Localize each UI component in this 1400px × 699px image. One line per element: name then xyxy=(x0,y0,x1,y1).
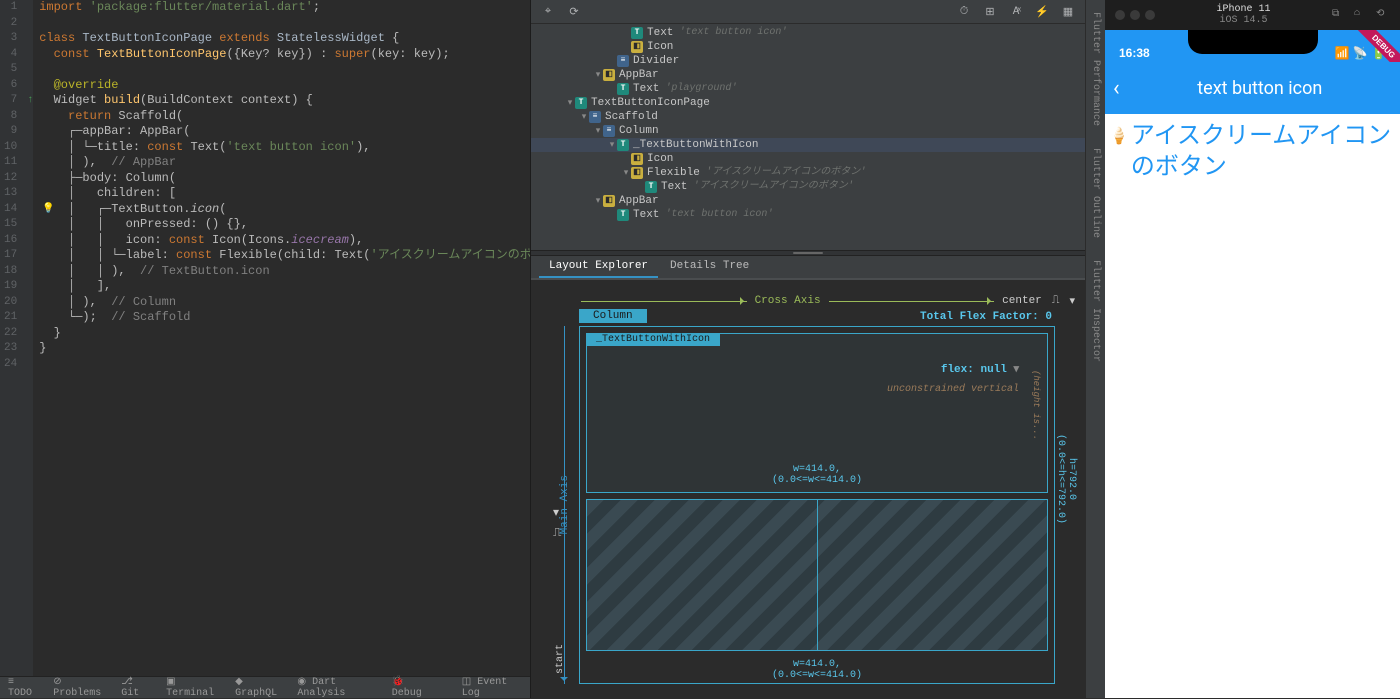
tree-row[interactable]: TText'アイスクリームアイコンのボタン' xyxy=(531,180,1085,194)
window-close-icon[interactable] xyxy=(1115,10,1125,20)
rail-flutter-inspector[interactable]: Flutter Inspector xyxy=(1090,254,1101,368)
column-chip: Column xyxy=(579,309,647,323)
flex-factor-label: Total Flex Factor: 0 xyxy=(920,311,1052,323)
cross-axis-header: Cross Axis center ⎍ ▾ xyxy=(581,294,1075,308)
device-screen: 16:38 📶 📡 🔋 ‹ text button icon 🍦 アイスクリーム… xyxy=(1105,30,1400,698)
rail-flutter-outline[interactable]: Flutter Outline xyxy=(1090,142,1101,244)
widget-tree[interactable]: TText'text button icon'◧Icon≡Divider▾◧Ap… xyxy=(531,24,1085,250)
icecream-icon[interactable]: 🍦 xyxy=(1109,126,1129,146)
simulator-panel: iPhone 11 iOS 14.5 ⧉ ⌂ ⟲ 16:38 📶 📡 🔋 ‹ t… xyxy=(1105,0,1400,698)
tree-row[interactable]: ▾T_TextButtonWithIcon xyxy=(531,138,1085,152)
tree-row[interactable]: ≡Divider xyxy=(531,54,1085,68)
tree-row[interactable]: ▾◧AppBar xyxy=(531,194,1085,208)
window-min-icon[interactable] xyxy=(1130,10,1140,20)
app-body: 🍦 アイスクリームアイコンのボタン xyxy=(1105,114,1400,188)
window-max-icon[interactable] xyxy=(1145,10,1155,20)
line-gutter: 1234567↑8910111213💡141516171819202122232… xyxy=(0,0,33,676)
code-area[interactable]: import 'package:flutter/material.dart'; … xyxy=(33,0,530,676)
status-problems[interactable]: ⊘ Problems xyxy=(53,676,107,699)
tree-row[interactable]: ▾≡Column xyxy=(531,124,1085,138)
right-tool-rail: Flutter Performance Flutter Outline Flut… xyxy=(1085,0,1105,698)
slow-anim-icon[interactable]: ⏱ xyxy=(953,2,975,22)
rotate-icon[interactable]: ⟲ xyxy=(1376,8,1390,22)
device-label: iPhone 11 iOS 14.5 xyxy=(1163,4,1324,26)
outer-height-label: h=792.0 (0.0<=h<=792.0) xyxy=(1055,434,1077,524)
detail-tabs: Layout Explorer Details Tree xyxy=(531,256,1085,280)
tree-row[interactable]: TText'text button icon' xyxy=(531,208,1085,222)
cross-axis-label: Cross Axis xyxy=(755,295,821,307)
status-graphql[interactable]: ◆ GraphQL xyxy=(235,676,283,699)
cross-align-icon[interactable]: ⎍ xyxy=(1052,295,1060,307)
empty-space-stripes xyxy=(586,499,1048,651)
select-widget-icon[interactable]: ⌖ xyxy=(537,2,559,22)
tree-row[interactable]: ▾TTextButtonIconPage xyxy=(531,96,1085,110)
main-align-value[interactable]: start xyxy=(555,644,566,674)
status-event-log[interactable]: ◫ Event Log xyxy=(462,676,522,699)
tree-row[interactable]: ◧Icon xyxy=(531,152,1085,166)
outer-width-label: w=414.0, (0.0<=w<=414.0) xyxy=(580,659,1054,681)
cross-align-dropdown-icon[interactable]: ▾ xyxy=(1069,294,1075,308)
status-bar: ≡ TODO ⊘ Problems ⎇ Git ▣ Terminal ◆ Gra… xyxy=(0,676,530,698)
clock: 16:38 xyxy=(1119,46,1150,60)
unconstrained-label: unconstrained vertical xyxy=(887,384,1019,395)
column-box[interactable]: Column Total Flex Factor: 0 _TextButtonW… xyxy=(579,326,1055,684)
inspector-toolbar: ⌖ ⟳ ⏱ ⊞ Aͯ ⚡ ▦ xyxy=(531,0,1085,24)
child-chip: _TextButtonWithIcon xyxy=(586,333,720,346)
tree-row[interactable]: ◧Icon xyxy=(531,40,1085,54)
inspector-panel: ⌖ ⟳ ⏱ ⊞ Aͯ ⚡ ▦ TText'text button icon'◧I… xyxy=(530,0,1085,698)
refresh-icon[interactable]: ⟳ xyxy=(563,2,585,22)
tree-row[interactable]: ▾◧Flexible'アイスクリームアイコンのボタン' xyxy=(531,166,1085,180)
images-icon[interactable]: ▦ xyxy=(1057,2,1079,22)
status-dart-analysis[interactable]: ◉ Dart Analysis xyxy=(297,676,377,699)
home-icon[interactable]: ⌂ xyxy=(1354,8,1368,22)
flex-null-label[interactable]: flex: null xyxy=(941,362,1019,376)
simulator-titlebar: iPhone 11 iOS 14.5 ⧉ ⌂ ⟲ xyxy=(1105,0,1400,30)
child-box[interactable]: _TextButtonWithIcon flex: null unconstra… xyxy=(586,333,1048,493)
layout-explorer: Cross Axis center ⎍ ▾ Main Axis start ▾ … xyxy=(531,280,1085,698)
rail-flutter-performance[interactable]: Flutter Performance xyxy=(1090,6,1101,132)
back-icon[interactable]: ‹ xyxy=(1113,76,1120,101)
main-align-dropdown-icon[interactable]: ▾ xyxy=(553,505,559,520)
repaint-icon[interactable]: ⚡ xyxy=(1031,2,1053,22)
tree-row[interactable]: TText'playground' xyxy=(531,82,1085,96)
cross-align-value[interactable]: center xyxy=(1002,295,1042,307)
tab-layout-explorer[interactable]: Layout Explorer xyxy=(539,256,658,278)
tree-row[interactable]: ▾◧AppBar xyxy=(531,68,1085,82)
tab-details-tree[interactable]: Details Tree xyxy=(660,256,759,278)
baselines-icon[interactable]: Aͯ xyxy=(1005,2,1027,22)
app-bar: ‹ text button icon xyxy=(1105,62,1400,114)
main-align-icon[interactable]: ⎍ xyxy=(553,526,561,540)
screenshot-icon[interactable]: ⧉ xyxy=(1332,8,1346,22)
status-git[interactable]: ⎇ Git xyxy=(121,676,152,699)
status-terminal[interactable]: ▣ Terminal xyxy=(166,676,221,699)
child-width-label: w=414.0, (0.0<=w<=414.0) xyxy=(587,464,1047,486)
tree-row[interactable]: TText'text button icon' xyxy=(531,26,1085,40)
status-debug[interactable]: 🐞 Debug xyxy=(392,676,434,699)
guidelines-icon[interactable]: ⊞ xyxy=(979,2,1001,22)
editor-body: 1234567↑8910111213💡141516171819202122232… xyxy=(0,0,530,676)
text-button-label[interactable]: アイスクリームアイコンのボタン xyxy=(1131,120,1396,182)
height-truncated-label: (height is... xyxy=(1031,370,1041,440)
status-todo[interactable]: ≡ TODO xyxy=(8,677,39,699)
tree-row[interactable]: ▾≡Scaffold xyxy=(531,110,1085,124)
notch xyxy=(1188,30,1318,54)
editor-panel: 1234567↑8910111213💡141516171819202122232… xyxy=(0,0,530,698)
appbar-title: text button icon xyxy=(1128,78,1392,99)
